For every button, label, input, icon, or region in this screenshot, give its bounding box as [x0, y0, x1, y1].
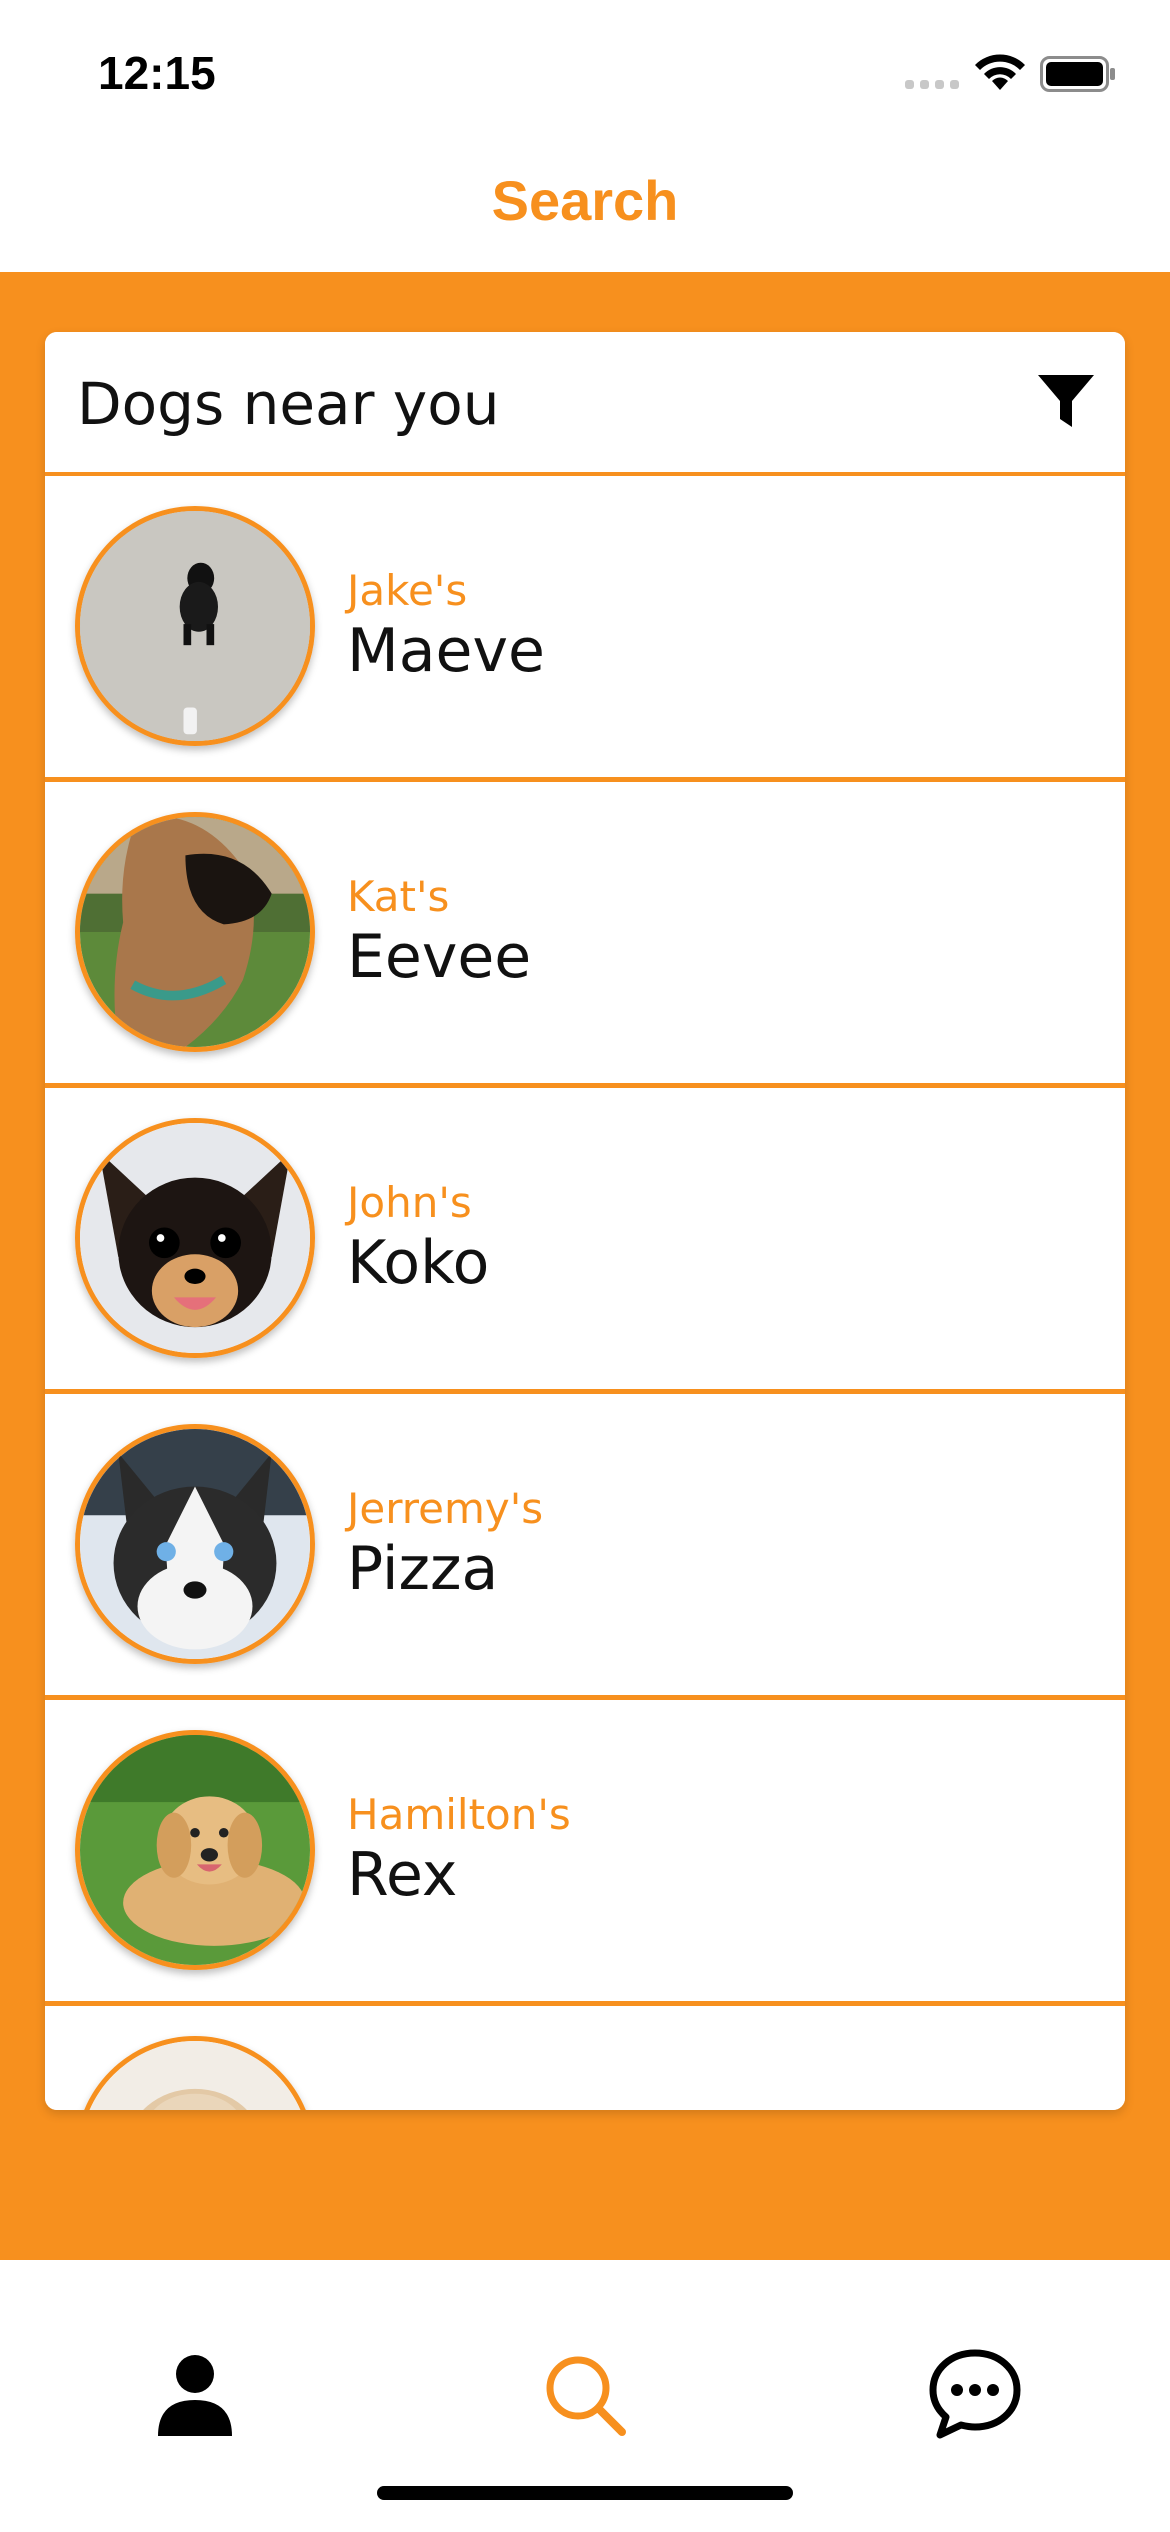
search-icon [546, 2356, 626, 2436]
dog-avatar [75, 1118, 315, 1358]
owner-name: John's [347, 1178, 472, 1227]
dog-name: Koko [347, 1228, 490, 1298]
dog-avatar [75, 1424, 315, 1664]
dog-avatar [75, 506, 315, 746]
list-item[interactable]: Hamilton's Rex [45, 1700, 1125, 2006]
tab-profile[interactable] [140, 2340, 250, 2450]
card-header: Dogs near you [45, 332, 1125, 476]
list-item[interactable] [45, 2006, 1125, 2110]
dog-name: Maeve [347, 616, 545, 686]
screen: 12:15 Search Dogs near you Jake's Maeve … [0, 0, 1170, 2532]
dog-avatar [75, 2036, 315, 2110]
cellular-signal-icon [905, 80, 959, 89]
dog-name: Eevee [347, 922, 532, 992]
list-item[interactable]: Jerremy's Pizza [45, 1394, 1125, 1700]
dog-avatar [75, 1730, 315, 1970]
battery-icon [1040, 56, 1115, 92]
section-title: Dogs near you [77, 370, 500, 438]
dog-avatar [75, 812, 315, 1052]
owner-name: Jake's [347, 566, 468, 615]
tab-search[interactable] [530, 2340, 640, 2450]
status-time: 12:15 [98, 47, 216, 99]
chat-icon [929, 2349, 1021, 2439]
filter-button[interactable] [1035, 370, 1097, 432]
status-bar: 12:15 [0, 0, 1170, 140]
tab-chat[interactable] [920, 2340, 1030, 2450]
dog-name: Pizza [347, 1534, 499, 1604]
owner-name: Hamilton's [347, 1790, 571, 1839]
owner-name: Jerremy's [347, 1484, 544, 1533]
wifi-icon [975, 54, 1025, 90]
list-item[interactable]: Jake's Maeve [45, 476, 1125, 782]
page-title: Search [491, 169, 679, 232]
person-icon [158, 2355, 232, 2436]
list-item[interactable]: John's Koko [45, 1088, 1125, 1394]
content-area: Dogs near you Jake's Maeve Kat's Eevee J… [0, 272, 1170, 2260]
dog-list[interactable]: Jake's Maeve Kat's Eevee John's Koko Jer… [45, 476, 1125, 2110]
owner-name: Kat's [347, 872, 450, 921]
dog-name: Rex [347, 1840, 458, 1910]
filter-icon [1038, 375, 1094, 427]
dogs-card: Dogs near you Jake's Maeve Kat's Eevee J… [45, 332, 1125, 2110]
home-indicator [377, 2486, 793, 2500]
list-item[interactable]: Kat's Eevee [45, 782, 1125, 1088]
